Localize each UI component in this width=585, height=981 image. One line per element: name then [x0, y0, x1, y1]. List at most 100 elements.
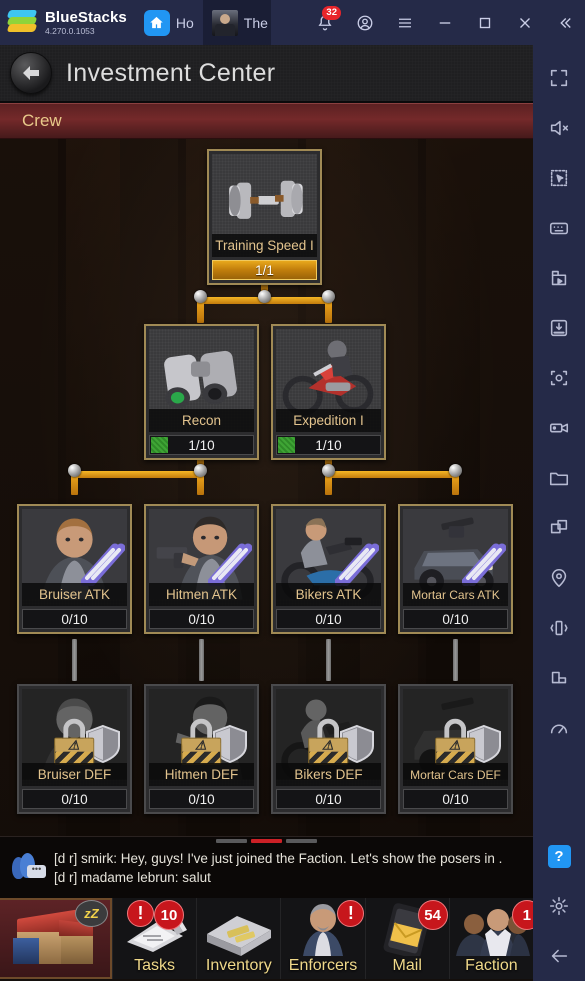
- skill-node-mortar-cars-def[interactable]: ⚠ Mortar Cars DEF 0/10: [398, 684, 513, 814]
- node-progress-bar: 0/10: [22, 789, 127, 809]
- node-progress-bar: 0/10: [149, 609, 254, 629]
- node-progress-fill: [151, 437, 168, 453]
- node-card: Bruiser ATK 0/10: [17, 504, 132, 634]
- multi-select-icon[interactable]: [533, 153, 585, 203]
- media-folder-icon[interactable]: [533, 453, 585, 503]
- idle-status-badge: zZ: [75, 900, 108, 927]
- tab-home-label: Ho: [175, 14, 194, 31]
- node-progress-text: 0/10: [442, 611, 469, 627]
- help-button[interactable]: ?: [533, 831, 585, 881]
- skill-node-expedition-i[interactable]: Expedition I 1/10: [271, 324, 386, 460]
- skill-node-mortar-cars-atk[interactable]: Mortar Cars ATK 0/10: [398, 504, 513, 634]
- minimize-button[interactable]: [425, 0, 465, 45]
- maximize-button[interactable]: [465, 0, 505, 45]
- close-button[interactable]: [505, 0, 545, 45]
- account-button[interactable]: [345, 0, 385, 45]
- performance-icon[interactable]: [533, 703, 585, 753]
- atk-swords-icon: [80, 542, 126, 587]
- node-card: Recon 1/10: [144, 324, 259, 460]
- rotate-icon[interactable]: [533, 653, 585, 703]
- window-controls: 32: [305, 0, 585, 45]
- nav-home-base[interactable]: zZ: [0, 898, 112, 979]
- collapse-button[interactable]: [545, 0, 585, 45]
- node-progress-bar: 0/10: [403, 789, 508, 809]
- settings-gear-icon[interactable]: [533, 881, 585, 931]
- chat-seg: [286, 839, 317, 843]
- bluestacks-logo-icon: [6, 8, 38, 38]
- node-thumbnail: ⚠ Bikers DEF: [276, 689, 381, 786]
- skill-node-hitmen-atk[interactable]: Hitmen ATK 0/10: [144, 504, 259, 634]
- node-progress-text: 0/10: [188, 611, 215, 627]
- skill-node-bikers-def[interactable]: ⚠ Bikers DEF 0/10: [271, 684, 386, 814]
- lock-icon: ⚠: [53, 718, 94, 765]
- node-thumbnail: ⚠ Mortar Cars DEF: [403, 689, 508, 786]
- node-progress-text: 0/10: [61, 791, 88, 807]
- atk-swords-icon: [334, 542, 380, 587]
- fullscreen-icon[interactable]: [533, 53, 585, 103]
- bluestacks-sidebar: ?: [533, 45, 585, 981]
- menu-button[interactable]: [385, 0, 425, 45]
- nav-item-mail[interactable]: 54 Mail: [364, 898, 449, 979]
- connector-joint: [194, 290, 207, 303]
- node-progress-bar: 0/10: [276, 789, 381, 809]
- node-name: Training Speed I: [212, 234, 317, 257]
- node-progress-bar: 0/10: [149, 789, 254, 809]
- game-back-button[interactable]: [10, 52, 52, 94]
- node-progress-text: 1/10: [315, 437, 342, 453]
- nav-item-tasks[interactable]: ! 10 Tasks: [112, 898, 196, 979]
- skill-node-training-speed-i[interactable]: Training Speed I 1/1: [207, 149, 322, 285]
- tab-game[interactable]: The: [202, 0, 271, 45]
- nav-label: Faction: [465, 957, 518, 974]
- node-thumbnail: Expedition I: [276, 329, 381, 432]
- back-arrow-icon[interactable]: [533, 931, 585, 981]
- node-progress-bar: 0/10: [276, 609, 381, 629]
- bluestacks-window: BlueStacks 4.270.0.1053 Ho The 32 ? Inve…: [0, 0, 585, 981]
- section-tab-crew[interactable]: Crew: [0, 103, 533, 139]
- node-thumbnail: Mortar Cars ATK: [403, 509, 508, 606]
- node-progress-text: 0/10: [315, 611, 342, 627]
- skill-node-bruiser-def[interactable]: ⚠ Bruiser DEF 0/10: [17, 684, 132, 814]
- skill-node-recon[interactable]: Recon 1/10: [144, 324, 259, 460]
- node-name: Recon: [149, 409, 254, 432]
- connector-joint: [68, 464, 81, 477]
- connector-joint: [322, 464, 335, 477]
- chat-line: [d r] smirk: Hey, guys! I've just joined…: [54, 850, 503, 866]
- tab-home[interactable]: Ho: [135, 0, 203, 45]
- nav-item-enforcers[interactable]: ! Enforcers: [280, 898, 365, 979]
- screen-record-icon[interactable]: [533, 403, 585, 453]
- tab-strip: Ho The: [135, 0, 271, 45]
- node-thumbnail: Recon: [149, 329, 254, 432]
- notifications-button[interactable]: 32: [305, 0, 345, 45]
- bluestacks-titlebar: BlueStacks 4.270.0.1053 Ho The 32: [0, 0, 585, 45]
- node-thumbnail: Hitmen ATK: [149, 509, 254, 606]
- skill-node-hitmen-def[interactable]: ⚠ Hitmen DEF 0/10: [144, 684, 259, 814]
- node-progress-bar: 0/10: [403, 609, 508, 629]
- connector-line-locked: [72, 639, 77, 681]
- multi-instance-icon[interactable]: [533, 503, 585, 553]
- skill-node-bruiser-atk[interactable]: Bruiser ATK 0/10: [17, 504, 132, 634]
- nav-item-inventory[interactable]: Inventory: [196, 898, 280, 979]
- help-label: ?: [547, 844, 571, 868]
- nav-item-faction[interactable]: 1 Faction: [448, 898, 533, 979]
- macro-recorder-icon[interactable]: [533, 253, 585, 303]
- node-thumbnail: Bikers ATK: [276, 509, 381, 606]
- node-card: ⚠ Bruiser DEF 0/10: [17, 684, 132, 814]
- node-name: Bikers DEF: [276, 763, 381, 786]
- game-thumbnail-icon: [211, 9, 238, 36]
- keyboard-controls-icon[interactable]: [533, 203, 585, 253]
- atk-swords-icon: [207, 542, 253, 587]
- location-icon[interactable]: [533, 553, 585, 603]
- node-card: Bikers ATK 0/10: [271, 504, 386, 634]
- nav-label: Tasks: [134, 957, 176, 974]
- mute-icon[interactable]: [533, 103, 585, 153]
- chat-panel[interactable]: ••• [d r] smirk: Hey, guys! I've just jo…: [0, 836, 533, 898]
- game-viewport: Investment Center Crew Training Speed I …: [0, 45, 533, 981]
- node-name: Expedition I: [276, 409, 381, 432]
- chat-messages: [d r] smirk: Hey, guys! I've just joined…: [54, 849, 502, 887]
- node-name: Bikers ATK: [276, 583, 381, 606]
- install-apk-icon[interactable]: [533, 303, 585, 353]
- screenshot-icon[interactable]: [533, 353, 585, 403]
- skill-node-bikers-atk[interactable]: Bikers ATK 0/10: [271, 504, 386, 634]
- shake-icon[interactable]: [533, 603, 585, 653]
- alert-badge: !: [127, 900, 154, 927]
